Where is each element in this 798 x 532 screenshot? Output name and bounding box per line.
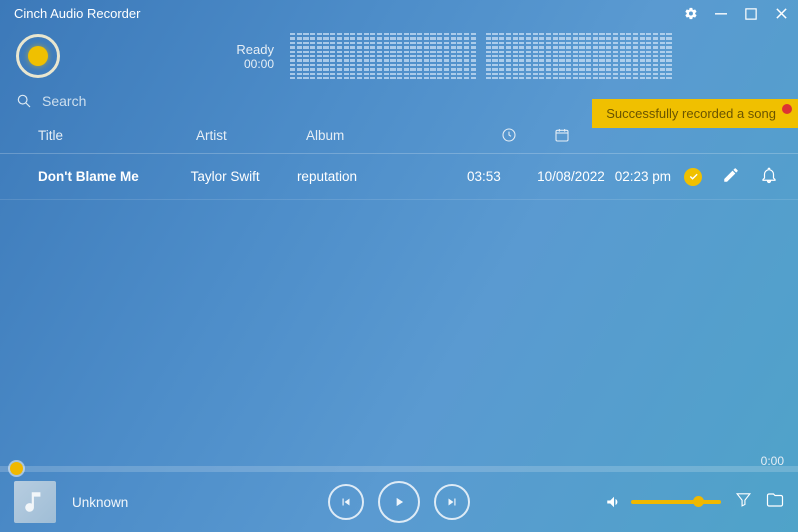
maximize-button[interactable] [744, 7, 758, 21]
check-icon [688, 171, 699, 182]
recorder-status: Ready 00:00 [222, 42, 274, 71]
settings-icon[interactable] [684, 7, 698, 21]
next-button[interactable] [434, 484, 470, 520]
notification-dot-icon [782, 104, 792, 114]
track-artist: Taylor Swift [191, 169, 297, 184]
search-icon [16, 93, 32, 109]
volume-slider[interactable] [631, 500, 721, 504]
skip-next-icon [445, 495, 459, 509]
alert-button[interactable] [760, 166, 778, 187]
track-duration: 03:53 [467, 169, 519, 184]
now-playing-title: Unknown [72, 495, 128, 510]
calendar-icon [554, 127, 570, 143]
recorder-panel: Ready 00:00 [0, 25, 798, 87]
track-datetime: 10/08/2022 02:23 pm [519, 169, 684, 184]
filter-button[interactable] [735, 491, 752, 513]
track-time: 02:23 pm [615, 169, 671, 184]
search-placeholder: Search [42, 93, 86, 109]
column-title[interactable]: Title [38, 128, 196, 143]
window-controls [684, 7, 788, 21]
previous-button[interactable] [328, 484, 364, 520]
play-button[interactable] [378, 481, 420, 523]
edit-icon [722, 166, 740, 184]
record-indicator [28, 46, 48, 66]
funnel-icon [735, 491, 752, 508]
bell-icon [760, 166, 778, 184]
volume-icon [605, 493, 623, 511]
record-button[interactable] [16, 34, 60, 78]
column-artist[interactable]: Artist [196, 128, 306, 143]
music-note-icon [22, 489, 48, 515]
verified-badge[interactable] [684, 168, 702, 186]
album-art [14, 481, 56, 523]
table-row[interactable]: Don't Blame Me Taylor Swift reputation 0… [0, 154, 798, 200]
minimize-button[interactable] [714, 7, 728, 21]
folder-icon [766, 491, 784, 509]
skip-previous-icon [339, 495, 353, 509]
track-album: reputation [297, 169, 467, 184]
clock-icon [501, 127, 517, 143]
status-label: Ready [222, 42, 274, 57]
app-window: Cinch Audio Recorder Ready 00:00 [0, 0, 798, 532]
column-duration[interactable] [482, 127, 536, 143]
track-date: 10/08/2022 [537, 169, 605, 184]
titlebar: Cinch Audio Recorder [0, 0, 798, 25]
waveform-visualizer [290, 33, 672, 79]
edit-button[interactable] [722, 166, 740, 187]
play-icon [392, 495, 406, 509]
track-title: Don't Blame Me [38, 169, 191, 184]
close-button[interactable] [774, 7, 788, 21]
notification-toast[interactable]: Successfully recorded a song [592, 99, 798, 128]
player-right-controls [605, 491, 784, 514]
status-time: 00:00 [222, 57, 274, 71]
player-bar: Unknown [0, 472, 798, 532]
track-actions [684, 166, 782, 187]
volume-control[interactable] [605, 493, 721, 511]
volume-knob[interactable] [693, 496, 704, 507]
playback-controls [328, 481, 470, 523]
open-folder-button[interactable] [766, 491, 784, 514]
app-title: Cinch Audio Recorder [14, 6, 140, 21]
column-album[interactable]: Album [306, 128, 482, 143]
track-list-area [0, 200, 798, 466]
column-date[interactable] [536, 127, 670, 143]
toast-message: Successfully recorded a song [606, 106, 776, 121]
